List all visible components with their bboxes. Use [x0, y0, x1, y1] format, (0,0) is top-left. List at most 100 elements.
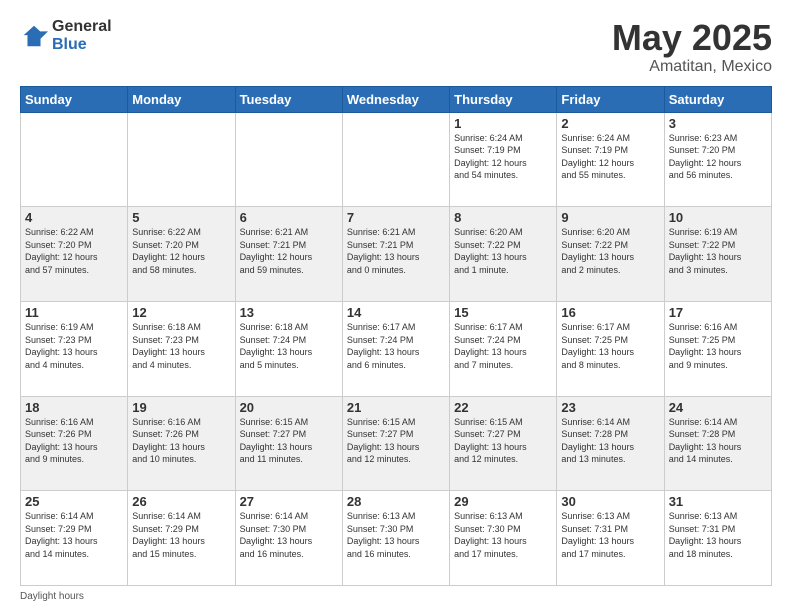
calendar-cell: 15Sunrise: 6:17 AM Sunset: 7:24 PM Dayli… [450, 301, 557, 396]
logo: General Blue [20, 18, 112, 53]
day-info: Sunrise: 6:19 AM Sunset: 7:23 PM Dayligh… [25, 321, 123, 371]
calendar-cell: 8Sunrise: 6:20 AM Sunset: 7:22 PM Daylig… [450, 207, 557, 302]
week-row-2: 11Sunrise: 6:19 AM Sunset: 7:23 PM Dayli… [21, 301, 772, 396]
week-row-4: 25Sunrise: 6:14 AM Sunset: 7:29 PM Dayli… [21, 491, 772, 586]
top-section: General Blue May 2025 Amatitan, Mexico [20, 18, 772, 76]
calendar-cell: 30Sunrise: 6:13 AM Sunset: 7:31 PM Dayli… [557, 491, 664, 586]
day-number: 19 [132, 400, 230, 415]
day-number: 6 [240, 210, 338, 225]
logo-text: General Blue [52, 18, 112, 53]
day-number: 23 [561, 400, 659, 415]
calendar-header: SundayMondayTuesdayWednesdayThursdayFrid… [21, 86, 772, 112]
footer-text: Daylight hours [20, 591, 84, 602]
week-row-3: 18Sunrise: 6:16 AM Sunset: 7:26 PM Dayli… [21, 396, 772, 491]
day-info: Sunrise: 6:13 AM Sunset: 7:30 PM Dayligh… [347, 510, 445, 560]
day-number: 14 [347, 305, 445, 320]
day-info: Sunrise: 6:18 AM Sunset: 7:24 PM Dayligh… [240, 321, 338, 371]
week-row-0: 1Sunrise: 6:24 AM Sunset: 7:19 PM Daylig… [21, 112, 772, 207]
day-info: Sunrise: 6:13 AM Sunset: 7:31 PM Dayligh… [561, 510, 659, 560]
calendar-cell: 7Sunrise: 6:21 AM Sunset: 7:21 PM Daylig… [342, 207, 449, 302]
day-info: Sunrise: 6:22 AM Sunset: 7:20 PM Dayligh… [132, 226, 230, 276]
day-info: Sunrise: 6:20 AM Sunset: 7:22 PM Dayligh… [561, 226, 659, 276]
calendar-cell: 27Sunrise: 6:14 AM Sunset: 7:30 PM Dayli… [235, 491, 342, 586]
day-number: 18 [25, 400, 123, 415]
day-info: Sunrise: 6:14 AM Sunset: 7:28 PM Dayligh… [669, 416, 767, 466]
day-info: Sunrise: 6:15 AM Sunset: 7:27 PM Dayligh… [347, 416, 445, 466]
calendar-cell: 20Sunrise: 6:15 AM Sunset: 7:27 PM Dayli… [235, 396, 342, 491]
calendar-cell: 3Sunrise: 6:23 AM Sunset: 7:20 PM Daylig… [664, 112, 771, 207]
footer: Daylight hours [20, 591, 772, 602]
day-number: 10 [669, 210, 767, 225]
day-number: 31 [669, 494, 767, 509]
calendar-cell [128, 112, 235, 207]
calendar-cell: 13Sunrise: 6:18 AM Sunset: 7:24 PM Dayli… [235, 301, 342, 396]
day-info: Sunrise: 6:17 AM Sunset: 7:24 PM Dayligh… [347, 321, 445, 371]
day-number: 5 [132, 210, 230, 225]
calendar-cell [342, 112, 449, 207]
day-info: Sunrise: 6:13 AM Sunset: 7:31 PM Dayligh… [669, 510, 767, 560]
page: General Blue May 2025 Amatitan, Mexico S… [0, 0, 792, 612]
calendar-cell: 18Sunrise: 6:16 AM Sunset: 7:26 PM Dayli… [21, 396, 128, 491]
header-cell-wednesday: Wednesday [342, 86, 449, 112]
day-number: 2 [561, 116, 659, 131]
day-number: 30 [561, 494, 659, 509]
day-number: 4 [25, 210, 123, 225]
header-cell-saturday: Saturday [664, 86, 771, 112]
day-info: Sunrise: 6:14 AM Sunset: 7:28 PM Dayligh… [561, 416, 659, 466]
day-number: 24 [669, 400, 767, 415]
calendar-cell: 10Sunrise: 6:19 AM Sunset: 7:22 PM Dayli… [664, 207, 771, 302]
day-info: Sunrise: 6:15 AM Sunset: 7:27 PM Dayligh… [240, 416, 338, 466]
title-section: May 2025 Amatitan, Mexico [612, 18, 772, 76]
day-number: 11 [25, 305, 123, 320]
day-number: 29 [454, 494, 552, 509]
day-number: 15 [454, 305, 552, 320]
calendar-cell: 12Sunrise: 6:18 AM Sunset: 7:23 PM Dayli… [128, 301, 235, 396]
calendar-cell: 11Sunrise: 6:19 AM Sunset: 7:23 PM Dayli… [21, 301, 128, 396]
calendar-cell: 17Sunrise: 6:16 AM Sunset: 7:25 PM Dayli… [664, 301, 771, 396]
day-info: Sunrise: 6:15 AM Sunset: 7:27 PM Dayligh… [454, 416, 552, 466]
day-info: Sunrise: 6:22 AM Sunset: 7:20 PM Dayligh… [25, 226, 123, 276]
logo-general: General [52, 18, 112, 36]
calendar-cell [235, 112, 342, 207]
calendar-cell: 28Sunrise: 6:13 AM Sunset: 7:30 PM Dayli… [342, 491, 449, 586]
day-number: 3 [669, 116, 767, 131]
day-number: 8 [454, 210, 552, 225]
day-info: Sunrise: 6:24 AM Sunset: 7:19 PM Dayligh… [561, 132, 659, 182]
calendar-cell: 24Sunrise: 6:14 AM Sunset: 7:28 PM Dayli… [664, 396, 771, 491]
day-info: Sunrise: 6:17 AM Sunset: 7:25 PM Dayligh… [561, 321, 659, 371]
day-number: 28 [347, 494, 445, 509]
header-row: SundayMondayTuesdayWednesdayThursdayFrid… [21, 86, 772, 112]
day-info: Sunrise: 6:14 AM Sunset: 7:29 PM Dayligh… [25, 510, 123, 560]
day-number: 26 [132, 494, 230, 509]
day-info: Sunrise: 6:16 AM Sunset: 7:26 PM Dayligh… [25, 416, 123, 466]
day-number: 17 [669, 305, 767, 320]
header-cell-thursday: Thursday [450, 86, 557, 112]
day-number: 16 [561, 305, 659, 320]
day-number: 12 [132, 305, 230, 320]
calendar-cell: 9Sunrise: 6:20 AM Sunset: 7:22 PM Daylig… [557, 207, 664, 302]
day-info: Sunrise: 6:24 AM Sunset: 7:19 PM Dayligh… [454, 132, 552, 182]
day-number: 20 [240, 400, 338, 415]
calendar-cell [21, 112, 128, 207]
day-info: Sunrise: 6:13 AM Sunset: 7:30 PM Dayligh… [454, 510, 552, 560]
calendar-cell: 21Sunrise: 6:15 AM Sunset: 7:27 PM Dayli… [342, 396, 449, 491]
calendar-cell: 1Sunrise: 6:24 AM Sunset: 7:19 PM Daylig… [450, 112, 557, 207]
day-number: 21 [347, 400, 445, 415]
day-number: 25 [25, 494, 123, 509]
day-info: Sunrise: 6:21 AM Sunset: 7:21 PM Dayligh… [347, 226, 445, 276]
day-number: 13 [240, 305, 338, 320]
header-cell-sunday: Sunday [21, 86, 128, 112]
header-cell-friday: Friday [557, 86, 664, 112]
calendar-cell: 23Sunrise: 6:14 AM Sunset: 7:28 PM Dayli… [557, 396, 664, 491]
calendar-cell: 6Sunrise: 6:21 AM Sunset: 7:21 PM Daylig… [235, 207, 342, 302]
day-info: Sunrise: 6:17 AM Sunset: 7:24 PM Dayligh… [454, 321, 552, 371]
day-number: 1 [454, 116, 552, 131]
week-row-1: 4Sunrise: 6:22 AM Sunset: 7:20 PM Daylig… [21, 207, 772, 302]
calendar-cell: 4Sunrise: 6:22 AM Sunset: 7:20 PM Daylig… [21, 207, 128, 302]
day-info: Sunrise: 6:16 AM Sunset: 7:26 PM Dayligh… [132, 416, 230, 466]
day-info: Sunrise: 6:23 AM Sunset: 7:20 PM Dayligh… [669, 132, 767, 182]
day-number: 9 [561, 210, 659, 225]
header-cell-monday: Monday [128, 86, 235, 112]
logo-icon [20, 22, 48, 50]
calendar-cell: 16Sunrise: 6:17 AM Sunset: 7:25 PM Dayli… [557, 301, 664, 396]
